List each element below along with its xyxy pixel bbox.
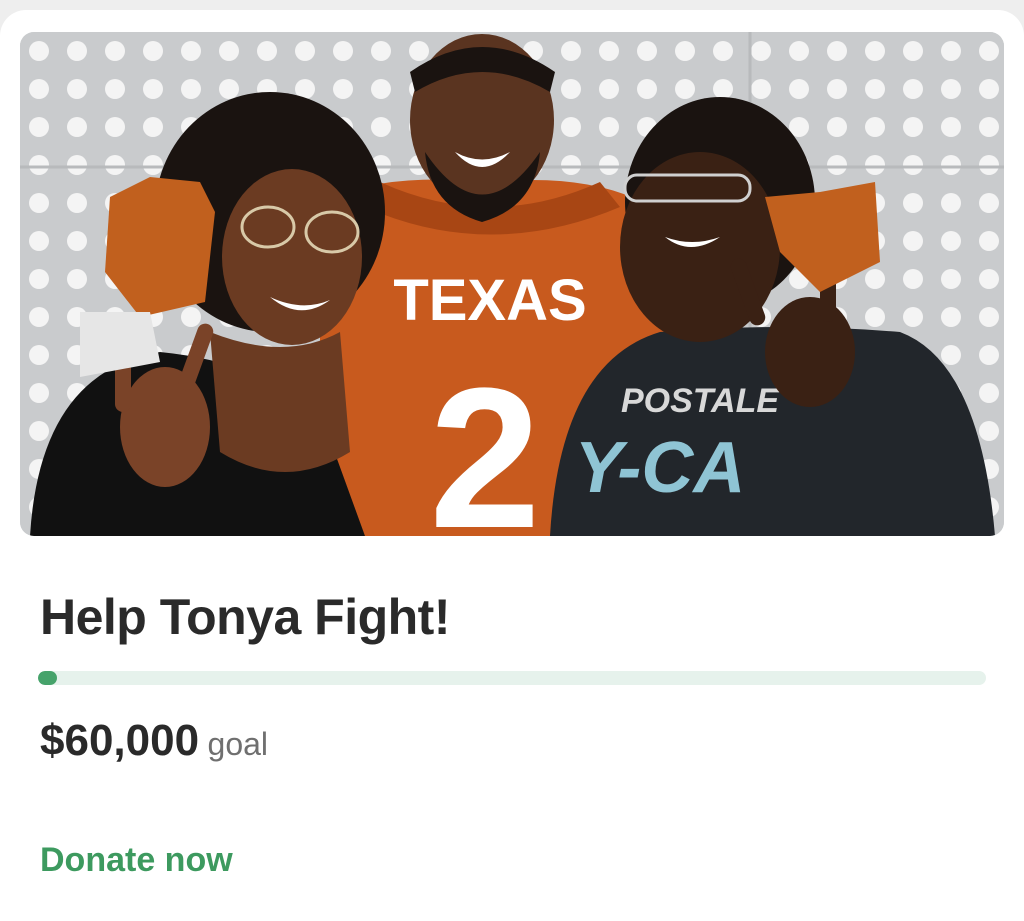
campaign-photo-illustration: TEXAS 2 POSTALE Y-CA	[20, 32, 1004, 536]
goal-amount: $60,000	[40, 716, 200, 765]
shirt-text-line2: Y-CA	[575, 428, 746, 508]
campaign-title: Help Tonya Fight!	[40, 589, 450, 645]
fundraising-progress-fill	[38, 671, 57, 685]
donate-now-link[interactable]: Donate now	[40, 841, 233, 880]
goal-label: goal	[207, 726, 269, 762]
shirt-text-line1: POSTALE	[621, 382, 780, 420]
campaign-card: TEXAS 2 POSTALE Y-CA Help Tonya Fight! $…	[0, 10, 1024, 921]
jersey-team-text: TEXAS	[393, 268, 586, 333]
campaign-photo[interactable]: TEXAS 2 POSTALE Y-CA	[20, 32, 1004, 536]
goal-summary: $60,000 goal	[40, 716, 268, 766]
jersey-number-text: 2	[429, 347, 540, 536]
fundraising-progress-bar	[38, 671, 986, 685]
